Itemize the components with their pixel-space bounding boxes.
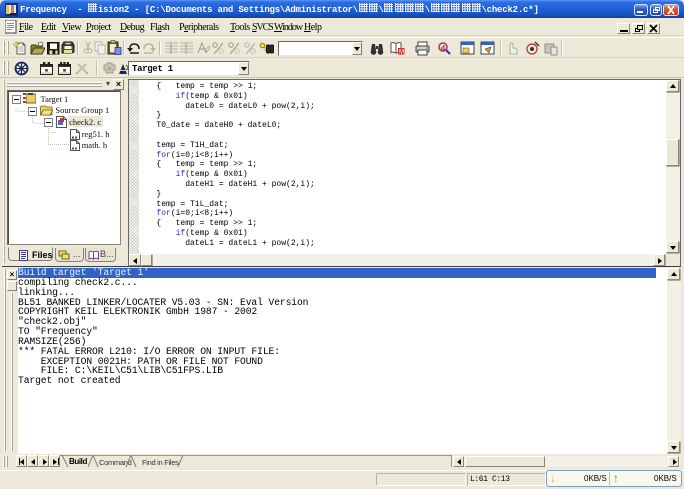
svg-text:M: M: [399, 50, 404, 56]
svg-text:d: d: [441, 44, 445, 52]
